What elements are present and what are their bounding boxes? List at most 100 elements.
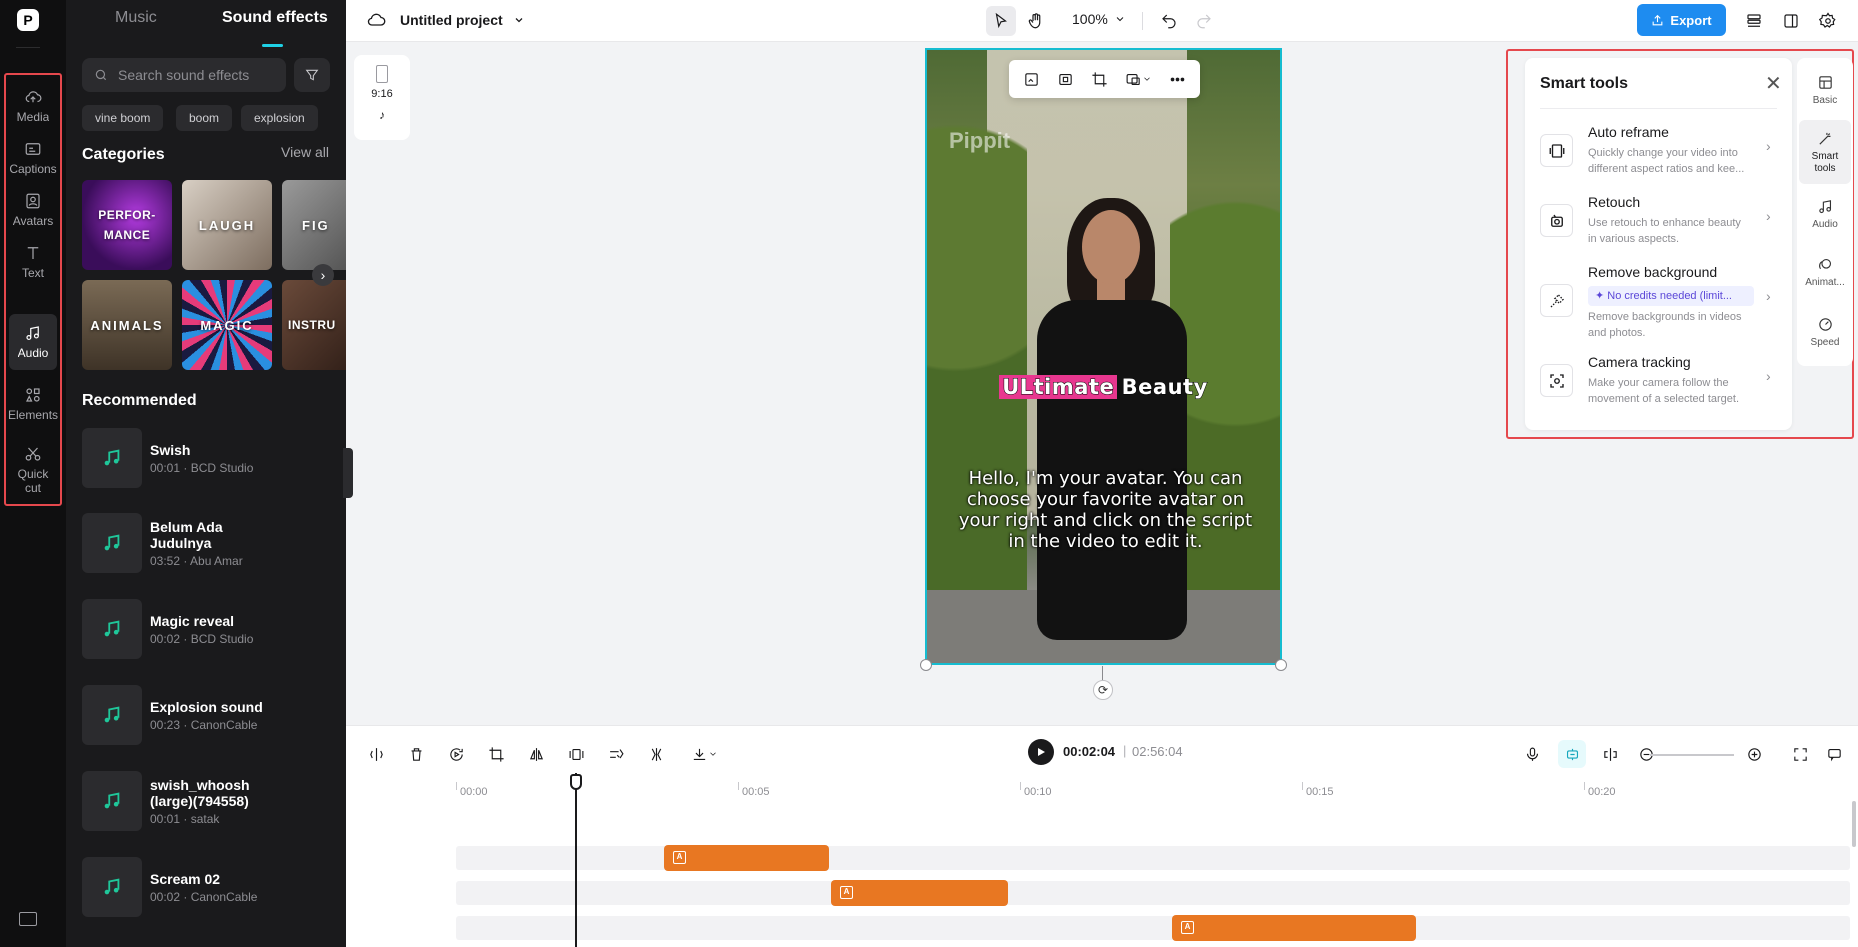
scissors-icon <box>24 445 42 463</box>
replace-media-button[interactable] <box>1023 71 1040 88</box>
chip-boom[interactable]: boom <box>176 105 232 131</box>
resize-handle-bottom-left[interactable] <box>920 659 932 671</box>
split-button[interactable] <box>362 740 390 768</box>
mask-dropdown-button[interactable] <box>1125 71 1152 88</box>
keyboard-shortcuts-icon[interactable] <box>19 912 37 926</box>
rail-item-media[interactable]: Media <box>9 78 57 134</box>
rail-item-captions[interactable]: Captions <box>9 130 57 186</box>
layout-toggle-button[interactable] <box>1776 6 1806 36</box>
play-button[interactable] <box>1028 739 1054 765</box>
chip-explosion[interactable]: explosion <box>241 105 318 131</box>
right-rail-animation[interactable]: Animat... <box>1799 244 1851 300</box>
close-icon[interactable]: ✕ <box>1765 74 1782 94</box>
category-fight[interactable]: FIG <box>282 180 346 270</box>
flip-button[interactable] <box>522 740 550 768</box>
rail-item-avatars[interactable]: Avatars <box>9 182 57 238</box>
playhead-handle[interactable] <box>570 774 582 790</box>
tool-auto-reframe[interactable]: Auto reframe Quickly change your video i… <box>1540 124 1780 180</box>
more-options-button[interactable] <box>1169 71 1186 88</box>
app-root: P Media Captions Avatars Text Audio Elem… <box>0 0 1858 947</box>
tool-retouch[interactable]: Retouch Use retouch to enhance beauty in… <box>1540 194 1780 250</box>
settings-button[interactable] <box>1813 6 1843 36</box>
rail-divider <box>16 47 40 48</box>
filter-button[interactable] <box>294 58 330 92</box>
view-all-link[interactable]: View all <box>281 144 329 160</box>
zoom-dropdown[interactable]: 100% <box>1072 11 1126 27</box>
track-item[interactable]: Belum Ada Judulnya03:52 · Abu Amar <box>82 513 332 573</box>
timeline-zoom-slider[interactable] <box>1650 754 1734 756</box>
tab-music[interactable]: Music <box>115 9 157 27</box>
app-logo[interactable]: P <box>17 9 39 31</box>
timeline-scrollbar[interactable] <box>1852 801 1856 847</box>
replay-button[interactable] <box>442 740 470 768</box>
split-view-button[interactable] <box>1596 740 1624 768</box>
timeline-track-lane[interactable] <box>456 916 1850 940</box>
track-meta: 00:02 · CanonCable <box>150 890 257 904</box>
text-clip[interactable]: A <box>664 845 829 871</box>
search-icon <box>94 68 108 82</box>
tab-sound-effects[interactable]: Sound effects <box>222 9 328 27</box>
right-rail-basic[interactable]: Basic <box>1799 62 1851 118</box>
delete-button[interactable] <box>402 740 430 768</box>
caption-script-text[interactable]: Hello, I'm your avatar. You can choose y… <box>957 468 1254 552</box>
zoom-in-button[interactable] <box>1740 740 1768 768</box>
category-performance[interactable]: PERFOR- MANCE <box>82 180 172 270</box>
crop-clip-button[interactable] <box>482 740 510 768</box>
redo-button[interactable] <box>1189 6 1219 36</box>
video-preview[interactable]: Pippit ULtimate Beauty Hello, I'm your a… <box>925 48 1282 665</box>
text-clip-icon: A <box>1181 921 1194 934</box>
track-item[interactable]: Scream 0200:02 · CanonCable <box>82 857 332 917</box>
track-item[interactable]: swish_whoosh (large)(794558)00:01 · sata… <box>82 771 332 831</box>
text-clip[interactable]: A <box>831 880 1008 906</box>
rail-item-quick-cut[interactable]: Quick cut <box>9 440 57 500</box>
search-input[interactable] <box>118 67 278 83</box>
export-button[interactable]: Export <box>1637 4 1726 36</box>
rail-item-text[interactable]: Text <box>9 234 57 290</box>
auto-snap-button[interactable] <box>1558 740 1586 768</box>
category-laugh[interactable]: LAUGH <box>182 180 272 270</box>
speed-curve-button[interactable] <box>602 740 630 768</box>
download-dropdown-button[interactable] <box>684 740 724 768</box>
category-instruments[interactable]: INSTRU <box>282 280 346 370</box>
fullscreen-button[interactable] <box>1786 740 1814 768</box>
fit-frame-button[interactable] <box>1057 71 1074 88</box>
layers-button[interactable] <box>1739 6 1769 36</box>
categories-next-button[interactable]: › <box>312 264 334 286</box>
chevron-down-icon <box>1142 74 1152 84</box>
track-item[interactable]: Swish00:01 · BCD Studio <box>82 428 332 488</box>
chevron-down-icon <box>1114 13 1126 25</box>
mask-icon <box>1125 71 1142 88</box>
project-title: Untitled project <box>400 12 503 28</box>
caption-title[interactable]: ULtimate Beauty <box>927 375 1280 399</box>
right-rail-audio[interactable]: Audio <box>1799 186 1851 242</box>
tool-remove-background[interactable]: Remove background ✦ No credits needed (l… <box>1540 264 1780 340</box>
hand-tool-button[interactable] <box>1021 6 1051 36</box>
resize-handle-bottom-right[interactable] <box>1275 659 1287 671</box>
chip-vine-boom[interactable]: vine boom <box>82 105 163 131</box>
track-item[interactable]: Magic reveal00:02 · BCD Studio <box>82 599 332 659</box>
rail-item-audio[interactable]: Audio <box>9 314 57 370</box>
category-magic[interactable]: MAGIC <box>182 280 272 370</box>
right-rail-smart-tools[interactable]: Smart tools <box>1799 120 1851 184</box>
crop-button[interactable] <box>1091 71 1108 88</box>
caption-highlight-word: ULtimate <box>999 375 1117 399</box>
panel-collapse-handle[interactable] <box>343 448 353 498</box>
timeline-track-lane[interactable] <box>456 881 1850 905</box>
right-rail-speed[interactable]: Speed <box>1799 304 1851 360</box>
rotate-handle[interactable]: ⟳ <box>1093 680 1113 700</box>
category-animals[interactable]: ANIMALS <box>82 280 172 370</box>
select-tool-button[interactable] <box>986 6 1016 36</box>
rail-item-elements[interactable]: Elements <box>9 376 57 432</box>
project-title-menu[interactable]: Untitled project <box>366 10 539 30</box>
freeze-frame-button[interactable] <box>562 740 590 768</box>
text-clip[interactable]: A <box>1172 915 1416 941</box>
feedback-button[interactable] <box>1820 740 1848 768</box>
crop-icon <box>488 746 505 763</box>
trim-button[interactable] <box>642 740 670 768</box>
music-note-icon <box>101 876 123 898</box>
aspect-ratio-card[interactable]: 9:16 ♪ <box>354 55 410 140</box>
microphone-button[interactable] <box>1518 740 1546 768</box>
undo-button[interactable] <box>1154 6 1184 36</box>
track-item[interactable]: Explosion sound00:23 · CanonCable <box>82 685 332 745</box>
tool-camera-tracking[interactable]: Camera tracking Make your camera follow … <box>1540 354 1780 410</box>
